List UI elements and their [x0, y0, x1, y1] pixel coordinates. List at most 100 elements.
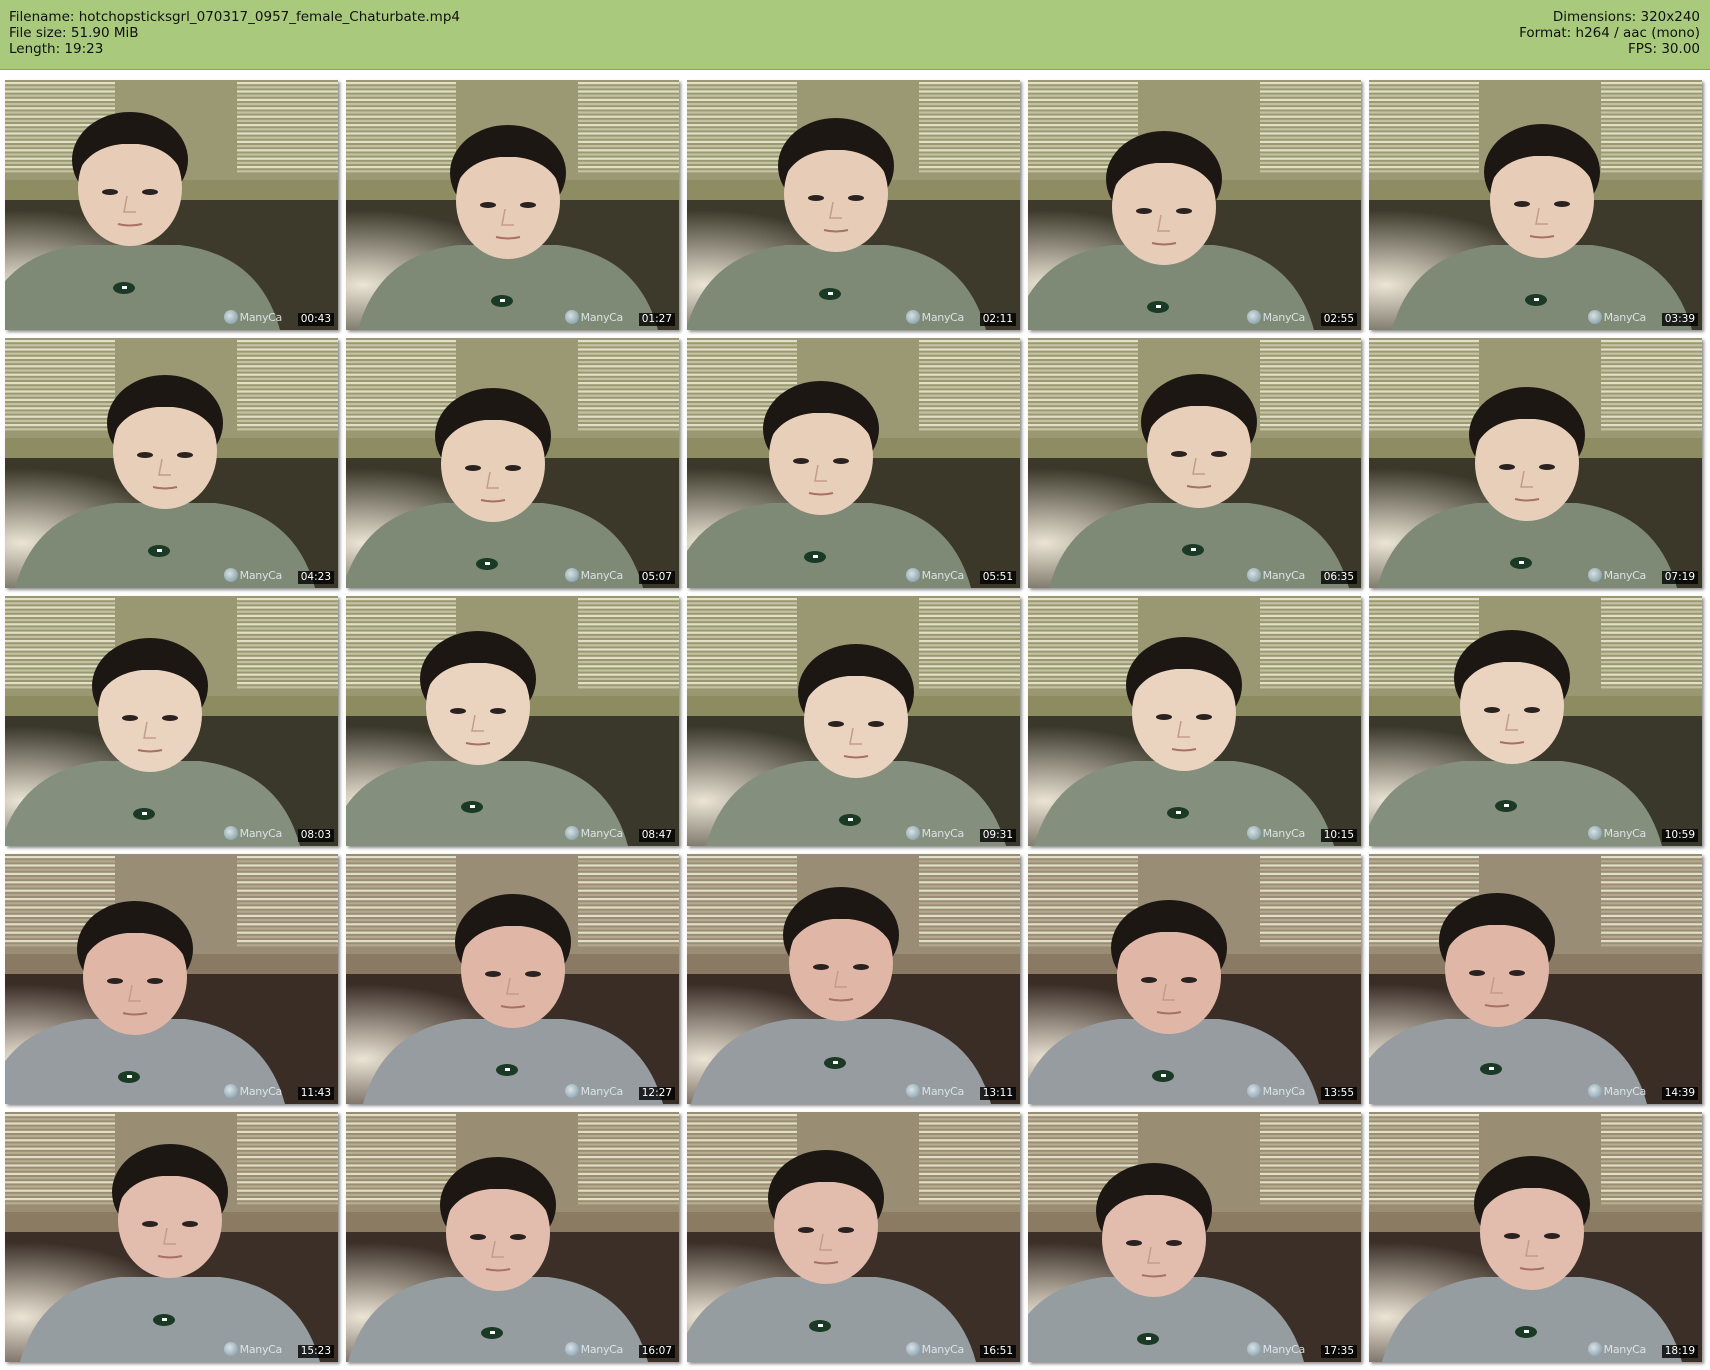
video-thumbnail[interactable]: ManyCa 07:19 — [1369, 338, 1702, 588]
timestamp-label: 10:15 — [1320, 829, 1357, 842]
manycam-logo-icon — [906, 1342, 920, 1356]
video-thumbnail[interactable]: ManyCa 03:39 — [1369, 80, 1702, 330]
manycam-logo-icon — [1588, 1084, 1602, 1098]
video-thumbnail[interactable]: ManyCa 02:55 — [1028, 80, 1361, 330]
video-frame-image — [687, 1112, 1020, 1362]
video-frame-image — [5, 596, 338, 846]
video-thumbnail[interactable]: ManyCa 08:03 — [5, 596, 338, 846]
thumbnail-grid: ManyCa 00:43 ManyCa 01:27 ManyCa 02:11 M… — [0, 0, 1710, 1370]
video-thumbnail[interactable]: ManyCa 01:27 — [346, 80, 679, 330]
timestamp-label: 14:39 — [1661, 1087, 1698, 1100]
manycam-logo-icon — [1247, 568, 1261, 582]
manycam-logo-icon — [224, 1084, 238, 1098]
watermark-text: ManyCa — [580, 311, 624, 324]
manycam-logo-icon — [1247, 310, 1261, 324]
watermark-text: ManyCa — [580, 827, 624, 840]
watermark-text: ManyCa — [1262, 1343, 1306, 1356]
timestamp-label: 06:35 — [1320, 571, 1357, 584]
manycam-logo-icon — [906, 1084, 920, 1098]
timestamp-label: 08:03 — [297, 829, 334, 842]
watermark-text: ManyCa — [239, 311, 283, 324]
timestamp-label: 12:27 — [638, 1087, 675, 1100]
timestamp-label: 11:43 — [297, 1087, 334, 1100]
video-frame-image — [1369, 1112, 1702, 1362]
video-frame-image — [1369, 338, 1702, 588]
video-thumbnail[interactable]: ManyCa 13:55 — [1028, 854, 1361, 1104]
timestamp-label: 05:07 — [638, 571, 675, 584]
timestamp-label: 10:59 — [1661, 829, 1698, 842]
video-thumbnail[interactable]: ManyCa 09:31 — [687, 596, 1020, 846]
manycam-logo-icon — [565, 1084, 579, 1098]
watermark-text: ManyCa — [1262, 311, 1306, 324]
video-thumbnail[interactable]: ManyCa 14:39 — [1369, 854, 1702, 1104]
manycam-logo-icon — [224, 568, 238, 582]
video-thumbnail[interactable]: ManyCa 05:51 — [687, 338, 1020, 588]
video-thumbnail[interactable]: ManyCa 10:15 — [1028, 596, 1361, 846]
watermark-text: ManyCa — [239, 1085, 283, 1098]
watermark-text: ManyCa — [921, 827, 965, 840]
video-frame-image — [1028, 338, 1361, 588]
timestamp-label: 16:51 — [979, 1345, 1016, 1358]
manycam-logo-icon — [224, 310, 238, 324]
manycam-logo-icon — [906, 310, 920, 324]
watermark-text: ManyCa — [1603, 827, 1647, 840]
video-thumbnail[interactable]: ManyCa 11:43 — [5, 854, 338, 1104]
timestamp-label: 03:39 — [1661, 313, 1698, 326]
manycam-logo-icon — [565, 310, 579, 324]
video-frame-image — [346, 80, 679, 330]
manycam-logo-icon — [565, 1342, 579, 1356]
manycam-logo-icon — [906, 826, 920, 840]
video-thumbnail[interactable]: ManyCa 16:07 — [346, 1112, 679, 1362]
video-thumbnail[interactable]: ManyCa 15:23 — [5, 1112, 338, 1362]
watermark-text: ManyCa — [239, 827, 283, 840]
video-frame-image — [687, 80, 1020, 330]
timestamp-label: 08:47 — [638, 829, 675, 842]
video-frame-image — [346, 854, 679, 1104]
watermark-text: ManyCa — [1603, 1085, 1647, 1098]
watermark-text: ManyCa — [1603, 569, 1647, 582]
watermark-text: ManyCa — [580, 1343, 624, 1356]
watermark-text: ManyCa — [580, 569, 624, 582]
video-frame-image — [5, 854, 338, 1104]
video-frame-image — [687, 596, 1020, 846]
video-thumbnail[interactable]: ManyCa 16:51 — [687, 1112, 1020, 1362]
video-thumbnail[interactable]: ManyCa 17:35 — [1028, 1112, 1361, 1362]
watermark-text: ManyCa — [1603, 1343, 1647, 1356]
timestamp-label: 01:27 — [638, 313, 675, 326]
manycam-logo-icon — [1247, 826, 1261, 840]
watermark-text: ManyCa — [580, 1085, 624, 1098]
video-thumbnail[interactable]: ManyCa 00:43 — [5, 80, 338, 330]
timestamp-label: 04:23 — [297, 571, 334, 584]
timestamp-label: 13:11 — [979, 1087, 1016, 1100]
video-frame-image — [1028, 1112, 1361, 1362]
video-thumbnail[interactable]: ManyCa 05:07 — [346, 338, 679, 588]
manycam-logo-icon — [565, 568, 579, 582]
video-frame-image — [5, 1112, 338, 1362]
manycam-logo-icon — [1588, 310, 1602, 324]
watermark-text: ManyCa — [1603, 311, 1647, 324]
video-frame-image — [687, 338, 1020, 588]
manycam-logo-icon — [224, 826, 238, 840]
video-frame-image — [5, 338, 338, 588]
timestamp-label: 00:43 — [297, 313, 334, 326]
timestamp-label: 02:55 — [1320, 313, 1357, 326]
video-thumbnail[interactable]: ManyCa 08:47 — [346, 596, 679, 846]
timestamp-label: 02:11 — [979, 313, 1016, 326]
video-thumbnail[interactable]: ManyCa 04:23 — [5, 338, 338, 588]
manycam-logo-icon — [1247, 1084, 1261, 1098]
video-thumbnail[interactable]: ManyCa 13:11 — [687, 854, 1020, 1104]
watermark-text: ManyCa — [921, 569, 965, 582]
video-thumbnail[interactable]: ManyCa 18:19 — [1369, 1112, 1702, 1362]
video-thumbnail[interactable]: ManyCa 06:35 — [1028, 338, 1361, 588]
video-frame-image — [346, 1112, 679, 1362]
manycam-logo-icon — [1588, 826, 1602, 840]
timestamp-label: 16:07 — [638, 1345, 675, 1358]
video-thumbnail[interactable]: ManyCa 10:59 — [1369, 596, 1702, 846]
watermark-text: ManyCa — [921, 1343, 965, 1356]
timestamp-label: 13:55 — [1320, 1087, 1357, 1100]
watermark-text: ManyCa — [1262, 827, 1306, 840]
manycam-logo-icon — [1588, 1342, 1602, 1356]
timestamp-label: 15:23 — [297, 1345, 334, 1358]
video-thumbnail[interactable]: ManyCa 12:27 — [346, 854, 679, 1104]
video-thumbnail[interactable]: ManyCa 02:11 — [687, 80, 1020, 330]
